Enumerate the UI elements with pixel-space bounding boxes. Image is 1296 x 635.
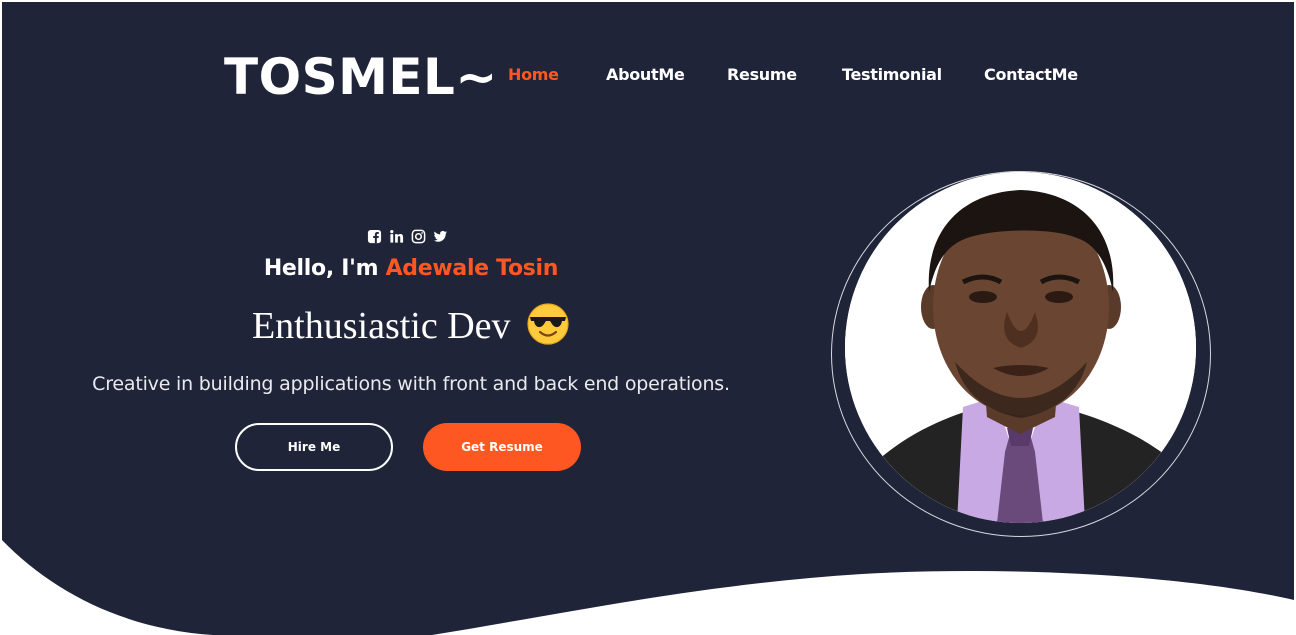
facebook-icon[interactable] xyxy=(366,228,382,244)
hero-greeting: Hello, I'm Adewale Tosin xyxy=(2,256,820,281)
hero-description: Creative in building applications with f… xyxy=(92,373,730,395)
profile-photo xyxy=(845,172,1196,523)
nav-aboutme[interactable]: AboutMe xyxy=(606,65,685,84)
sunglasses-emoji-icon xyxy=(527,303,569,345)
twitter-icon[interactable] xyxy=(432,228,448,244)
greeting-text: Hello, I'm xyxy=(263,256,379,281)
hero-name: Adewale Tosin xyxy=(385,256,559,281)
hero-section: TOSMEL~ Home AboutMe Resume Testimonial … xyxy=(2,2,1294,635)
hero-tagline: Enthusiastic Dev xyxy=(2,302,820,348)
tagline-text: Enthusiastic Dev xyxy=(251,305,511,347)
hire-me-button[interactable]: Hire Me xyxy=(235,423,393,471)
social-links xyxy=(366,228,448,244)
get-resume-button[interactable]: Get Resume xyxy=(423,423,581,471)
linkedin-icon[interactable] xyxy=(388,228,404,244)
nav-home[interactable]: Home xyxy=(508,65,559,84)
nav-contactme[interactable]: ContactMe xyxy=(984,65,1078,84)
logo[interactable]: TOSMEL~ xyxy=(224,48,498,106)
instagram-icon[interactable] xyxy=(410,228,426,244)
nav-resume[interactable]: Resume xyxy=(727,65,797,84)
nav-testimonial[interactable]: Testimonial xyxy=(842,65,942,84)
